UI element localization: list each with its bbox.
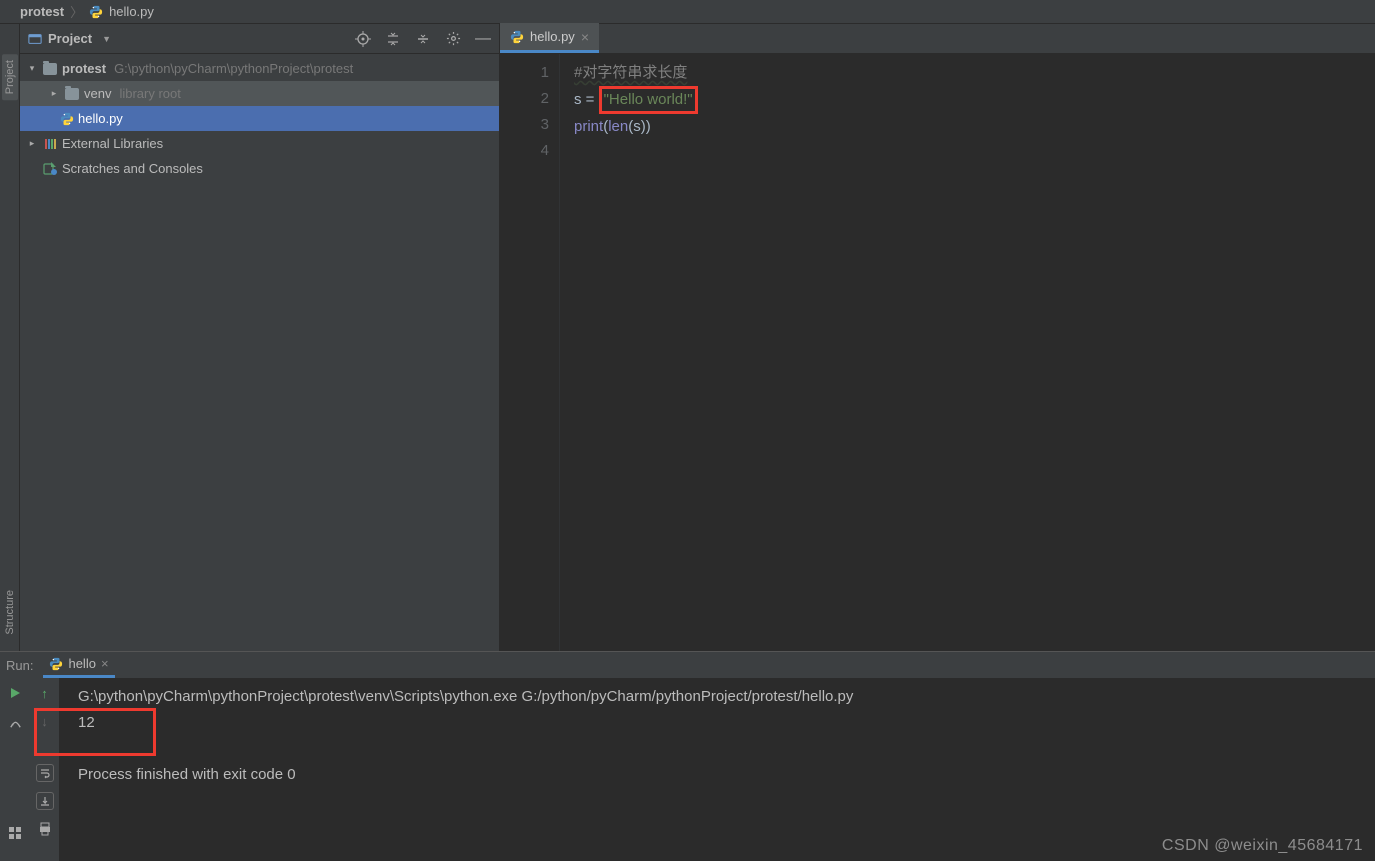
sidetab-structure[interactable]: Structure: [2, 584, 18, 641]
project-panel-title-text: Project: [48, 31, 92, 46]
project-tool-window: Project ▼ — ▾ protest G:\python\pyCharm\…: [20, 24, 500, 651]
line-number: 1: [500, 60, 549, 86]
chevron-right-icon: ▸: [26, 138, 38, 149]
soft-wrap-icon[interactable]: [36, 764, 54, 782]
tree-scratches-label: Scratches and Consoles: [62, 161, 203, 176]
project-panel-header: Project ▼ —: [20, 24, 499, 54]
dropdown-icon[interactable]: ▼: [102, 34, 111, 44]
up-arrow-icon[interactable]: ↑: [36, 684, 54, 702]
folder-icon: [64, 86, 80, 102]
tree-file-hello[interactable]: hello.py: [20, 106, 499, 131]
highlight-box-2: 12: [78, 710, 95, 736]
print-icon[interactable]: [36, 820, 54, 838]
left-side-tabs: Project Structure: [0, 24, 20, 651]
tree-venv[interactable]: ▸ venv library root: [20, 81, 499, 106]
close-icon[interactable]: ×: [581, 29, 589, 45]
code-comment: #对字符串求长度: [574, 64, 687, 81]
scroll-to-end-icon[interactable]: [36, 792, 54, 810]
collapse-all-icon[interactable]: [415, 31, 431, 47]
run-console-output[interactable]: G:\python\pyCharm\pythonProject\protest\…: [60, 678, 1375, 861]
run-tab[interactable]: hello ×: [43, 652, 114, 678]
console-line: G:\python\pyCharm\pythonProject\protest\…: [78, 684, 1375, 710]
console-line: Process finished with exit code 0: [78, 762, 1375, 788]
line-number: 2: [500, 86, 549, 112]
run-tab-label: hello: [68, 656, 95, 671]
editor-tab-hello[interactable]: hello.py ×: [500, 23, 599, 53]
code-var: s: [633, 118, 641, 135]
editor-area: hello.py × 1 2 3 4 #对字符串求长度 s = "Hello w…: [500, 24, 1375, 651]
run-label: Run:: [6, 658, 33, 673]
editor-gutter: 1 2 3 4: [500, 54, 560, 651]
code-builtin: len: [608, 118, 628, 135]
locate-icon[interactable]: [355, 31, 371, 47]
console-output-value: 12: [78, 714, 95, 731]
run-header: Run: hello ×: [0, 652, 1375, 678]
library-icon: [42, 136, 58, 152]
code-string: "Hello world!": [604, 91, 693, 108]
editor-tab-label: hello.py: [530, 29, 575, 44]
editor-body[interactable]: 1 2 3 4 #对字符串求长度 s = "Hello world!" prin…: [500, 54, 1375, 651]
expand-all-icon[interactable]: [385, 31, 401, 47]
tree-external-libraries[interactable]: ▸ External Libraries: [20, 131, 499, 156]
run-button[interactable]: [6, 684, 24, 702]
code-paren: )): [641, 118, 651, 135]
sidetab-project[interactable]: Project: [2, 54, 18, 100]
editor-tabs: hello.py ×: [500, 24, 1375, 54]
run-tool-window: Run: hello × ↑ ↓ G:\python\pyCharm\pytho…: [0, 651, 1375, 861]
gear-icon[interactable]: [445, 31, 461, 47]
code-op: =: [582, 91, 599, 108]
folder-icon: [42, 61, 58, 77]
tree-file-name: hello.py: [78, 111, 123, 126]
scratches-icon: [42, 161, 58, 177]
code-area[interactable]: #对字符串求长度 s = "Hello world!" print(len(s)…: [560, 54, 1375, 651]
tree-ext-lib-label: External Libraries: [62, 136, 163, 151]
line-number: 4: [500, 138, 549, 164]
code-builtin: print: [574, 118, 603, 135]
chevron-right-icon: 〉: [70, 2, 83, 21]
tree-root-path: G:\python\pyCharm\pythonProject\protest: [114, 61, 353, 76]
settings-icon[interactable]: [6, 714, 24, 732]
run-toolbar-2: ↑ ↓: [30, 678, 60, 861]
chevron-down-icon: ▾: [26, 63, 38, 74]
highlight-box-1: "Hello world!": [599, 86, 698, 114]
python-file-icon: [510, 30, 524, 44]
breadcrumb: protest 〉 hello.py: [0, 0, 1375, 24]
line-number: 3: [500, 112, 549, 138]
python-file-icon: [89, 5, 103, 19]
breadcrumb-file[interactable]: hello.py: [109, 4, 154, 19]
python-file-icon: [60, 112, 74, 126]
project-icon: [28, 32, 42, 46]
tree-venv-name: venv: [84, 86, 111, 101]
tree-root-name: protest: [62, 61, 106, 76]
breadcrumb-project[interactable]: protest: [20, 4, 64, 19]
code-var: s: [574, 91, 582, 108]
project-panel-title[interactable]: Project ▼: [28, 31, 351, 46]
run-toolbar: [0, 678, 30, 861]
tree-scratches[interactable]: Scratches and Consoles: [20, 156, 499, 181]
project-tree: ▾ protest G:\python\pyCharm\pythonProjec…: [20, 54, 499, 651]
tree-root[interactable]: ▾ protest G:\python\pyCharm\pythonProjec…: [20, 56, 499, 81]
chevron-right-icon: ▸: [48, 88, 60, 99]
python-file-icon: [49, 657, 63, 671]
tree-venv-note: library root: [119, 86, 180, 101]
down-arrow-icon[interactable]: ↓: [36, 712, 54, 730]
layout-icon[interactable]: [6, 824, 24, 842]
close-icon[interactable]: ×: [101, 656, 109, 671]
hide-icon[interactable]: —: [475, 31, 491, 47]
